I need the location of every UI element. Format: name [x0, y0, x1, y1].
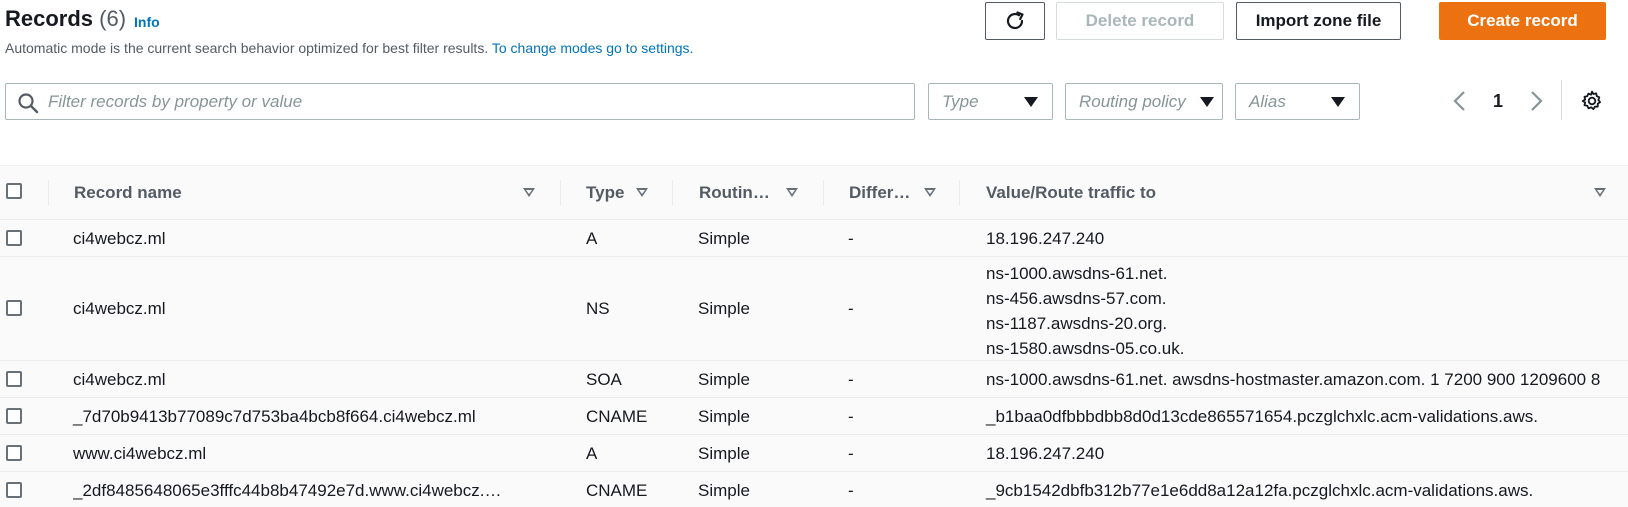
sort-icon[interactable]	[924, 188, 936, 197]
alias-filter-placeholder: Alias	[1249, 91, 1286, 111]
search-input[interactable]	[48, 84, 898, 119]
record-count: (6)	[99, 6, 127, 31]
previous-page-icon[interactable]	[1452, 90, 1468, 112]
refresh-button[interactable]	[985, 2, 1045, 40]
sort-icon[interactable]	[636, 188, 648, 197]
routing-policy-cell: Simple	[698, 299, 750, 318]
record-type-cell: CNAME	[586, 407, 648, 426]
import-zone-file-button[interactable]: Import zone file	[1236, 2, 1401, 40]
type-filter-select[interactable]: Type	[928, 83, 1053, 120]
value-line: ns-1000.awsdns-61.net.	[986, 264, 1168, 283]
row-checkbox[interactable]	[6, 371, 22, 387]
routing-policy-cell: Simple	[698, 370, 750, 389]
record-name-cell: ci4webcz.ml	[73, 370, 166, 389]
value-cell: _b1baa0dfbbbdbb8d0d13cde865571654.pczglc…	[986, 407, 1538, 426]
page-title-text: Records	[5, 6, 94, 31]
delete-record-button[interactable]: Delete record	[1056, 2, 1224, 40]
routing-policy-cell: Simple	[698, 229, 750, 248]
column-divider[interactable]	[672, 180, 673, 206]
next-page-icon[interactable]	[1528, 90, 1544, 112]
table-row[interactable]: ci4webcz.ml NS Simple - ns-1000.awsdns-6…	[0, 257, 1628, 361]
table-row[interactable]: _2df8485648065e3fffc44b8b47492e7d.www.ci…	[0, 472, 1628, 507]
value-line: ns-456.awsdns-57.com.	[986, 289, 1167, 308]
caret-down-icon	[1200, 97, 1214, 107]
row-checkbox[interactable]	[6, 482, 22, 498]
create-record-button[interactable]: Create record	[1439, 2, 1606, 40]
table-row[interactable]: www.ci4webcz.ml A Simple - 18.196.247.24…	[0, 435, 1628, 472]
row-checkbox[interactable]	[6, 408, 22, 424]
caret-down-icon	[1024, 97, 1038, 107]
column-divider[interactable]	[959, 180, 960, 206]
type-filter-placeholder: Type	[942, 91, 979, 111]
differentiator-cell: -	[848, 407, 854, 426]
value-cell: ns-1000.awsdns-61.net. ns-456.awsdns-57.…	[986, 261, 1184, 361]
alias-filter-select[interactable]: Alias	[1235, 83, 1360, 120]
search-box[interactable]	[5, 83, 915, 120]
column-divider[interactable]	[560, 180, 561, 206]
current-page-number[interactable]: 1	[1493, 91, 1503, 112]
sort-icon[interactable]	[786, 188, 798, 197]
description-text: Automatic mode is the current search beh…	[5, 40, 489, 56]
sort-icon[interactable]	[1594, 188, 1606, 197]
record-type-cell: CNAME	[586, 481, 648, 500]
routing-policy-filter-select[interactable]: Routing policy	[1065, 83, 1223, 120]
value-cell: 18.196.247.240	[986, 229, 1105, 248]
routing-policy-cell: Simple	[698, 444, 750, 463]
column-header-differentiator[interactable]: Differ…	[849, 183, 910, 203]
column-divider	[48, 180, 49, 206]
record-name-cell: www.ci4webcz.ml	[73, 444, 207, 463]
page-title: Records (6)	[5, 6, 126, 32]
row-checkbox[interactable]	[6, 300, 22, 316]
info-link[interactable]: Info	[134, 14, 160, 30]
refresh-icon	[1006, 11, 1024, 30]
value-cell: _9cb1542dbfb312b77e1e6dd8a12a12fa.pczglc…	[986, 481, 1534, 500]
record-name-cell: _7d70b9413b77089c7d753ba4bcb8f664.ci4web…	[73, 407, 476, 426]
row-checkbox[interactable]	[6, 445, 22, 461]
row-checkbox[interactable]	[6, 230, 22, 246]
value-cell: ns-1000.awsdns-61.net. awsdns-hostmaster…	[986, 370, 1601, 389]
differentiator-cell: -	[848, 481, 854, 500]
value-line: ns-1187.awsdns-20.org.	[986, 314, 1168, 333]
table-row[interactable]: ci4webcz.ml A Simple - 18.196.247.240	[0, 220, 1628, 257]
record-name-cell: _2df8485648065e3fffc44b8b47492e7d.www.ci…	[73, 481, 502, 500]
settings-link[interactable]: To change modes go to settings.	[492, 40, 694, 56]
record-type-cell: NS	[586, 299, 610, 318]
gear-icon[interactable]	[1581, 90, 1603, 112]
differentiator-cell: -	[848, 444, 854, 463]
routing-filter-placeholder: Routing policy	[1079, 91, 1186, 111]
table-header: Record name Type Routin… Differ… Value/R…	[0, 166, 1628, 220]
record-name-cell: ci4webcz.ml	[73, 229, 166, 248]
record-name-cell: ci4webcz.ml	[73, 299, 166, 318]
value-cell: 18.196.247.240	[986, 444, 1105, 463]
differentiator-cell: -	[848, 299, 854, 318]
select-all-checkbox[interactable]	[6, 183, 22, 199]
value-line: ns-1580.awsdns-05.co.uk.	[986, 339, 1185, 358]
column-divider[interactable]	[823, 180, 824, 206]
record-type-cell: A	[586, 444, 598, 463]
column-header-routing[interactable]: Routin…	[699, 183, 770, 203]
routing-policy-cell: Simple	[698, 481, 750, 500]
column-header-record-name[interactable]: Record name	[74, 183, 182, 203]
record-type-cell: A	[586, 229, 598, 248]
table-row[interactable]: ci4webcz.ml SOA Simple - ns-1000.awsdns-…	[0, 361, 1628, 398]
caret-down-icon	[1331, 97, 1345, 107]
records-table: Record name Type Routin… Differ… Value/R…	[0, 165, 1628, 507]
record-type-cell: SOA	[586, 370, 622, 389]
routing-policy-cell: Simple	[698, 407, 750, 426]
differentiator-cell: -	[848, 229, 854, 248]
pagination-divider	[1561, 80, 1562, 120]
search-icon	[18, 93, 39, 114]
column-header-type[interactable]: Type	[586, 183, 624, 203]
sort-icon[interactable]	[523, 188, 535, 197]
table-row[interactable]: _7d70b9413b77089c7d753ba4bcb8f664.ci4web…	[0, 398, 1628, 435]
differentiator-cell: -	[848, 370, 854, 389]
column-header-value[interactable]: Value/Route traffic to	[986, 183, 1156, 203]
search-mode-description: Automatic mode is the current search beh…	[5, 40, 693, 56]
